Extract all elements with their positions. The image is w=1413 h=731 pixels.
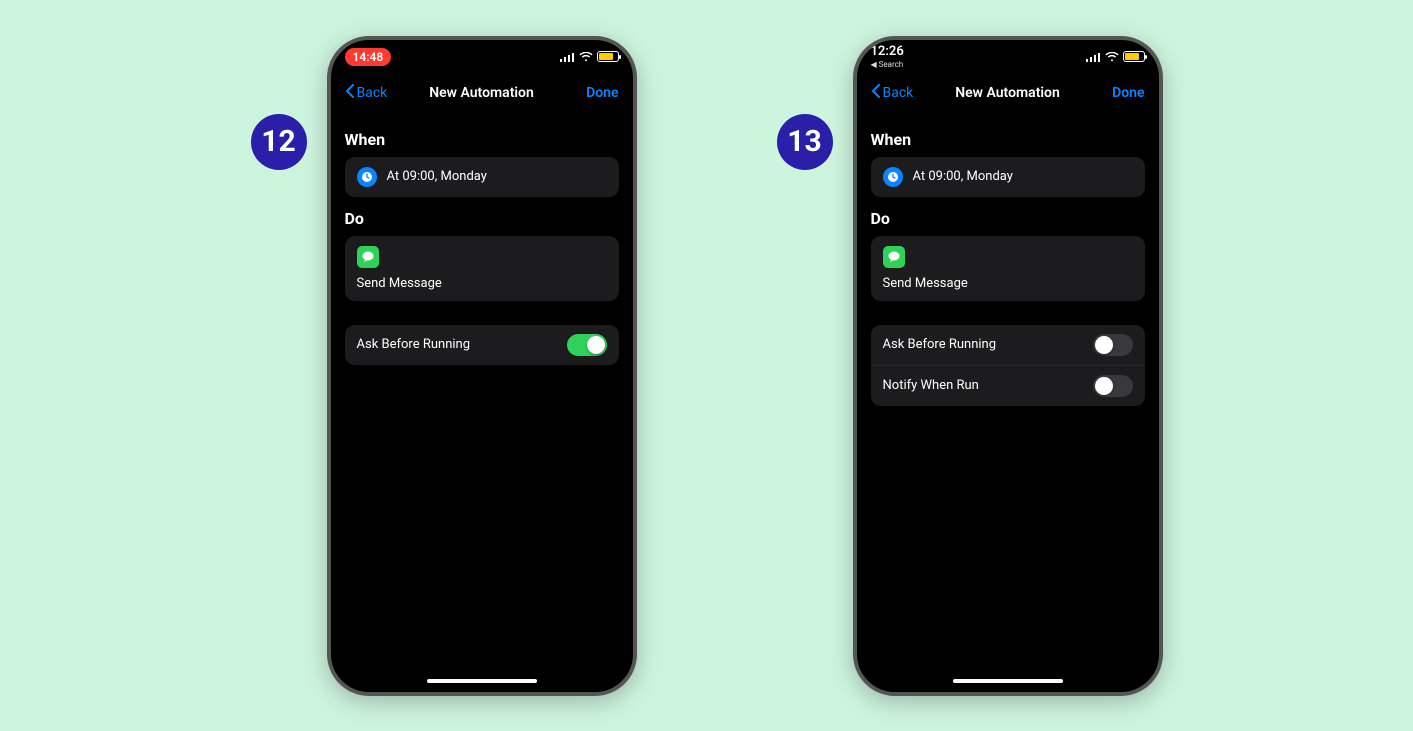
done-button[interactable]: Done (1112, 85, 1144, 101)
clock-icon (883, 167, 903, 187)
cellular-signal-icon (560, 52, 575, 62)
status-time: 12:26 (871, 44, 904, 59)
battery-icon (1123, 51, 1145, 62)
messages-app-icon (883, 246, 905, 268)
do-row[interactable]: Send Message (871, 236, 1145, 301)
clock-icon (357, 167, 377, 187)
when-row[interactable]: At 09:00, Monday (345, 157, 619, 197)
done-button[interactable]: Done (586, 85, 618, 101)
battery-icon (597, 51, 619, 62)
toggle-notify-when-run[interactable] (1093, 375, 1133, 397)
wifi-icon (579, 52, 593, 62)
when-text: At 09:00, Monday (913, 169, 1013, 184)
when-section-title: When (345, 130, 619, 149)
option-label: Ask Before Running (883, 337, 997, 352)
do-section-title: Do (345, 209, 619, 228)
chevron-left-icon (871, 84, 881, 102)
phone-frame-12: 14:48 Back New Automation Done (327, 36, 637, 696)
toggle-ask-before-running[interactable] (1093, 334, 1133, 356)
back-label: Back (357, 85, 388, 101)
step-badge-13: 13 (777, 114, 833, 170)
phone-frame-13: 12:26 ◀ Search Back New Automation (853, 36, 1163, 696)
do-row[interactable]: Send Message (345, 236, 619, 301)
breadcrumb-back-to-search[interactable]: ◀ Search (871, 60, 904, 69)
step-badge-12: 12 (251, 114, 307, 170)
option-row-ask-before-running: Ask Before Running (345, 325, 619, 365)
status-bar: 12:26 ◀ Search (857, 40, 1159, 74)
wifi-icon (1105, 52, 1119, 62)
back-button[interactable]: Back (871, 84, 914, 102)
status-bar: 14:48 (331, 40, 633, 74)
panel-step-12: 12 14:48 Back New Aut (251, 36, 637, 696)
status-icons (560, 51, 619, 62)
page-title: New Automation (955, 85, 1060, 101)
toggle-ask-before-running[interactable] (567, 334, 607, 356)
cellular-signal-icon (1086, 52, 1101, 62)
option-label: Notify When Run (883, 378, 979, 393)
status-icons (1086, 51, 1145, 62)
messages-app-icon (357, 246, 379, 268)
page-title: New Automation (429, 85, 534, 101)
panel-step-13: 13 12:26 ◀ Search Back (777, 36, 1163, 696)
back-button[interactable]: Back (345, 84, 388, 102)
when-section-title: When (871, 130, 1145, 149)
do-section-title: Do (871, 209, 1145, 228)
nav-bar: Back New Automation Done (331, 74, 633, 112)
options-group: Ask Before Running Notify When Run (871, 325, 1145, 406)
option-row-ask-before-running: Ask Before Running (871, 325, 1145, 365)
option-row-notify-when-run: Notify When Run (871, 365, 1145, 406)
chevron-left-icon (345, 84, 355, 102)
options-group: Ask Before Running (345, 325, 619, 365)
when-text: At 09:00, Monday (387, 169, 487, 184)
back-label: Back (883, 85, 914, 101)
status-time-pill: 14:48 (345, 48, 392, 66)
when-row[interactable]: At 09:00, Monday (871, 157, 1145, 197)
do-text: Send Message (883, 276, 1133, 291)
nav-bar: Back New Automation Done (857, 74, 1159, 112)
option-label: Ask Before Running (357, 337, 471, 352)
do-text: Send Message (357, 276, 607, 291)
